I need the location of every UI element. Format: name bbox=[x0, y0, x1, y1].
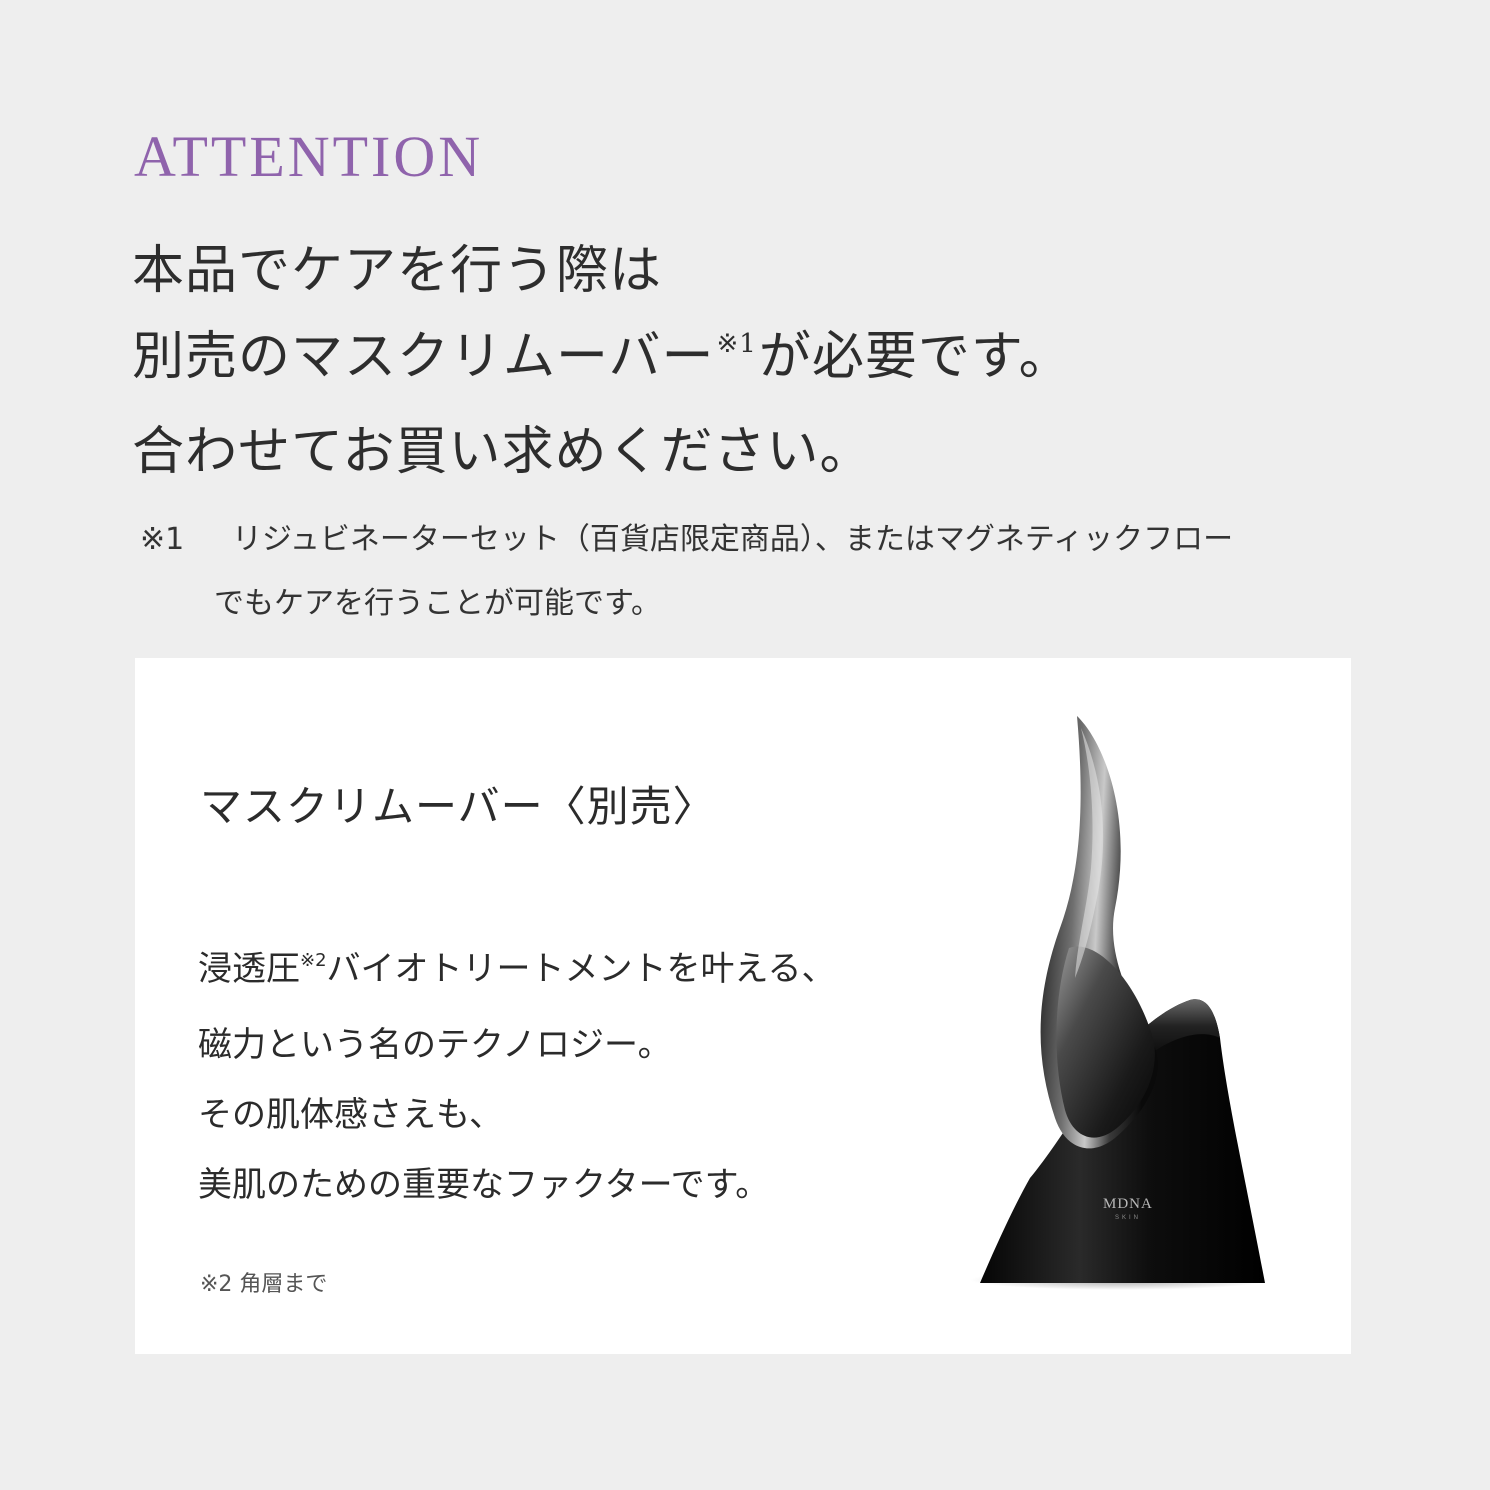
headline-line-3: 合わせてお買い求めください。 bbox=[132, 422, 873, 482]
headline-line-2: 別売のマスクリムーバー※1が必要です。 bbox=[132, 314, 1072, 409]
product-logo-sub: SKIN bbox=[1115, 1215, 1141, 1221]
footnote-1-mark: ※1 bbox=[140, 522, 185, 557]
card-body-line-4: 美肌のための重要なファクターです。 bbox=[198, 1165, 770, 1205]
card-body: 浸透圧※2バイオトリートメントを叶える、 磁力という名のテクノロジー。 その肌体… bbox=[198, 934, 836, 1220]
footnote-1-text-cont: でもケアを行うことが可能です。 bbox=[214, 586, 661, 621]
footnote-1: ※1 リジュビネーターセット（百貨店限定商品）、またはマグネティックフロー でも… bbox=[140, 508, 1360, 636]
headline-line-2-text: 別売のマスクリムーバー bbox=[132, 327, 715, 387]
footnote-1-text: リジュビネーターセット（百貨店限定商品）、またはマグネティックフロー bbox=[232, 522, 1234, 557]
card-body-line-1-text: 浸透圧 bbox=[198, 949, 300, 989]
card-body-line-1-tail: バイオトリートメントを叶える、 bbox=[326, 949, 836, 989]
card-body-line-1: 浸透圧※2バイオトリートメントを叶える、 bbox=[198, 934, 836, 1010]
product-logo: MDNA bbox=[1103, 1196, 1153, 1212]
card-title: マスクリムーバー〈別売〉 bbox=[200, 782, 716, 831]
headline-line-1: 本品でケアを行う際は bbox=[132, 241, 663, 301]
footnote-ref-2: ※2 bbox=[300, 950, 327, 971]
card-body-line-3: その肌体感さえも、 bbox=[198, 1095, 503, 1135]
footnote-ref-1: ※1 bbox=[716, 329, 757, 359]
attention-heading: ATTENTION bbox=[134, 124, 484, 189]
headline-line-2-tail: が必要です。 bbox=[758, 327, 1072, 387]
product-card: マスクリムーバー〈別売〉 浸透圧※2バイオトリートメントを叶える、 磁力という名… bbox=[135, 658, 1351, 1354]
card-body-line-2: 磁力という名のテクノロジー。 bbox=[198, 1025, 672, 1065]
mask-remover-product-image: MDNA SKIN bbox=[970, 716, 1270, 1290]
headline: 本品でケアを行う際は 別売のマスクリムーバー※1が必要です。 合わせてお買い求め… bbox=[132, 228, 1072, 495]
footnote-2: ※2 角層まで bbox=[200, 1272, 328, 1297]
